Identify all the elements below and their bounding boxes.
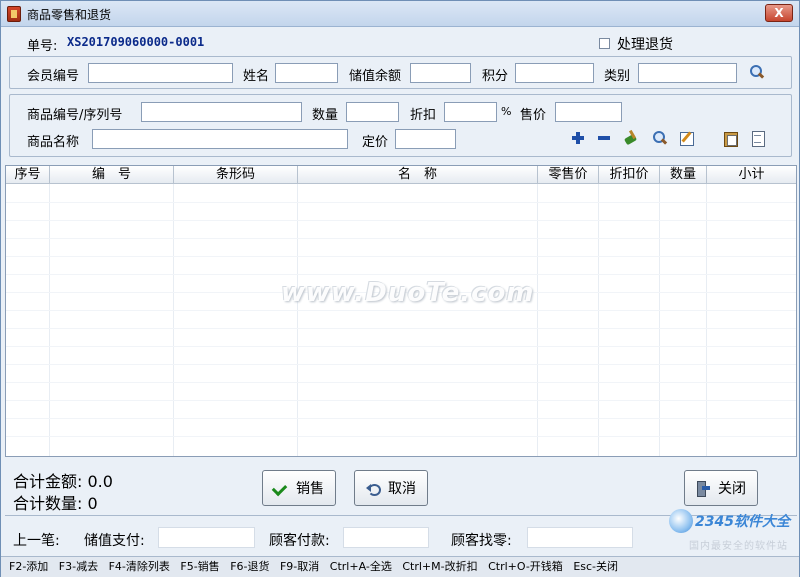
app-icon xyxy=(7,6,21,22)
customer-pay-field xyxy=(343,527,429,548)
order-no-label: 单号: xyxy=(27,39,58,54)
col-header-subtotal[interactable]: 小计 xyxy=(707,166,796,184)
grid-body[interactable] xyxy=(6,184,796,456)
brand-sub: 国内最安全的软件站 xyxy=(689,541,788,552)
change-field xyxy=(527,527,633,548)
col-header-index[interactable]: 序号 xyxy=(6,166,50,184)
member-name-label: 姓名 xyxy=(243,69,270,84)
member-no-label: 会员编号 xyxy=(27,69,80,84)
stored-pay-field xyxy=(158,527,255,548)
discount-input[interactable] xyxy=(444,102,497,122)
items-grid[interactable]: 序号 编 号 条形码 名 称 零售价 折扣价 数量 小计 xyxy=(5,165,797,457)
total-amount-label: 合计金额: xyxy=(13,472,83,491)
col-header-qty[interactable]: 数量 xyxy=(660,166,707,184)
sell-button[interactable]: 销售 xyxy=(262,470,336,506)
col-header-name[interactable]: 名 称 xyxy=(298,166,538,184)
balance-label: 储值余额 xyxy=(349,69,402,84)
check-icon xyxy=(274,481,288,495)
return-checkbox[interactable] xyxy=(599,38,610,49)
points-input[interactable] xyxy=(515,63,594,83)
close-button[interactable]: 关闭 xyxy=(684,470,758,506)
brand-logo-icon xyxy=(669,509,693,533)
brand-watermark: 2345软件大全 国内最安全的软件站 xyxy=(665,507,797,555)
shortcut-esc: Esc-关闭 xyxy=(573,560,619,573)
price-label: 售价 xyxy=(520,108,547,123)
list-price-label: 定价 xyxy=(362,135,389,150)
category-input[interactable] xyxy=(638,63,737,83)
qty-input[interactable] xyxy=(346,102,399,122)
member-search-icon[interactable] xyxy=(749,64,765,80)
member-name-input[interactable] xyxy=(275,63,338,83)
add-item-icon[interactable] xyxy=(570,130,586,146)
shortcut-f3: F3-减去 xyxy=(58,560,99,573)
window-title: 商品零售和退货 xyxy=(27,8,112,22)
shortcut-f2: F2-添加 xyxy=(9,560,49,573)
stored-pay-label: 储值支付: xyxy=(84,533,145,549)
product-search-icon[interactable] xyxy=(652,130,668,146)
cancel-button[interactable]: 取消 xyxy=(354,470,428,506)
status-bar: F2-添加 F3-减去 F4-清除列表 F5-销售 F6-退货 F9-取消 Ct… xyxy=(1,556,799,577)
percent-sign: % xyxy=(501,105,512,118)
clear-list-icon[interactable] xyxy=(623,130,639,146)
balance-input[interactable] xyxy=(410,63,471,83)
change-label: 顾客找零: xyxy=(451,533,512,549)
exit-icon xyxy=(696,481,710,497)
total-qty-value: 0 xyxy=(87,494,98,513)
category-label: 类别 xyxy=(604,69,631,84)
watermark: www.DuoTe.com xyxy=(281,278,535,308)
brand-text: 2345软件大全 xyxy=(695,514,790,530)
col-header-discount-price[interactable]: 折扣价 xyxy=(599,166,660,184)
discount-label: 折扣 xyxy=(410,108,437,123)
price-input[interactable] xyxy=(555,102,622,122)
cancel-button-label: 取消 xyxy=(388,481,416,497)
sell-button-label: 销售 xyxy=(296,481,324,497)
product-code-input[interactable] xyxy=(141,102,302,122)
shortcut-f5: F5-销售 xyxy=(180,560,220,573)
edit-icon[interactable] xyxy=(679,130,695,146)
close-button-label: 关闭 xyxy=(718,481,746,497)
shortcut-ctrl-m: Ctrl+M-改折扣 xyxy=(402,560,478,573)
shortcut-ctrl-a: Ctrl+A-全选 xyxy=(329,560,392,573)
member-no-input[interactable] xyxy=(88,63,233,83)
undo-icon xyxy=(366,481,381,496)
title-bar[interactable]: 商品零售和退货 X xyxy=(1,1,799,27)
total-amount-value: 0.0 xyxy=(87,472,113,491)
grid-header: 序号 编 号 条形码 名 称 零售价 折扣价 数量 小计 xyxy=(6,166,796,184)
retail-window: 商品零售和退货 X 单号: XS201709060000-0001 处理退货 会… xyxy=(0,0,800,577)
window-close-button[interactable]: X xyxy=(765,4,793,22)
document-icon[interactable] xyxy=(749,130,765,147)
col-header-code[interactable]: 编 号 xyxy=(50,166,174,184)
total-qty-label: 合计数量: xyxy=(13,494,83,513)
product-name-input[interactable] xyxy=(92,129,348,149)
shortcut-f4: F4-清除列表 xyxy=(108,560,170,573)
remove-item-icon[interactable] xyxy=(596,130,612,146)
last-transaction-label: 上一笔: xyxy=(13,533,60,549)
order-no-value: XS201709060000-0001 xyxy=(67,35,205,49)
customer-pay-label: 顾客付款: xyxy=(269,533,330,549)
list-price-input[interactable] xyxy=(395,129,456,149)
shortcut-f9: F9-取消 xyxy=(279,560,320,573)
product-name-label: 商品名称 xyxy=(27,135,80,150)
points-label: 积分 xyxy=(482,69,509,84)
col-header-barcode[interactable]: 条形码 xyxy=(174,166,298,184)
shortcut-f6: F6-退货 xyxy=(230,560,270,573)
return-checkbox-label[interactable]: 处理退货 xyxy=(617,34,673,54)
qty-label: 数量 xyxy=(312,108,339,123)
clipboard-icon[interactable] xyxy=(722,130,738,147)
product-code-label: 商品编号/序列号 xyxy=(27,108,123,123)
col-header-retail-price[interactable]: 零售价 xyxy=(538,166,599,184)
shortcut-ctrl-o: Ctrl+O-开钱箱 xyxy=(488,560,563,573)
